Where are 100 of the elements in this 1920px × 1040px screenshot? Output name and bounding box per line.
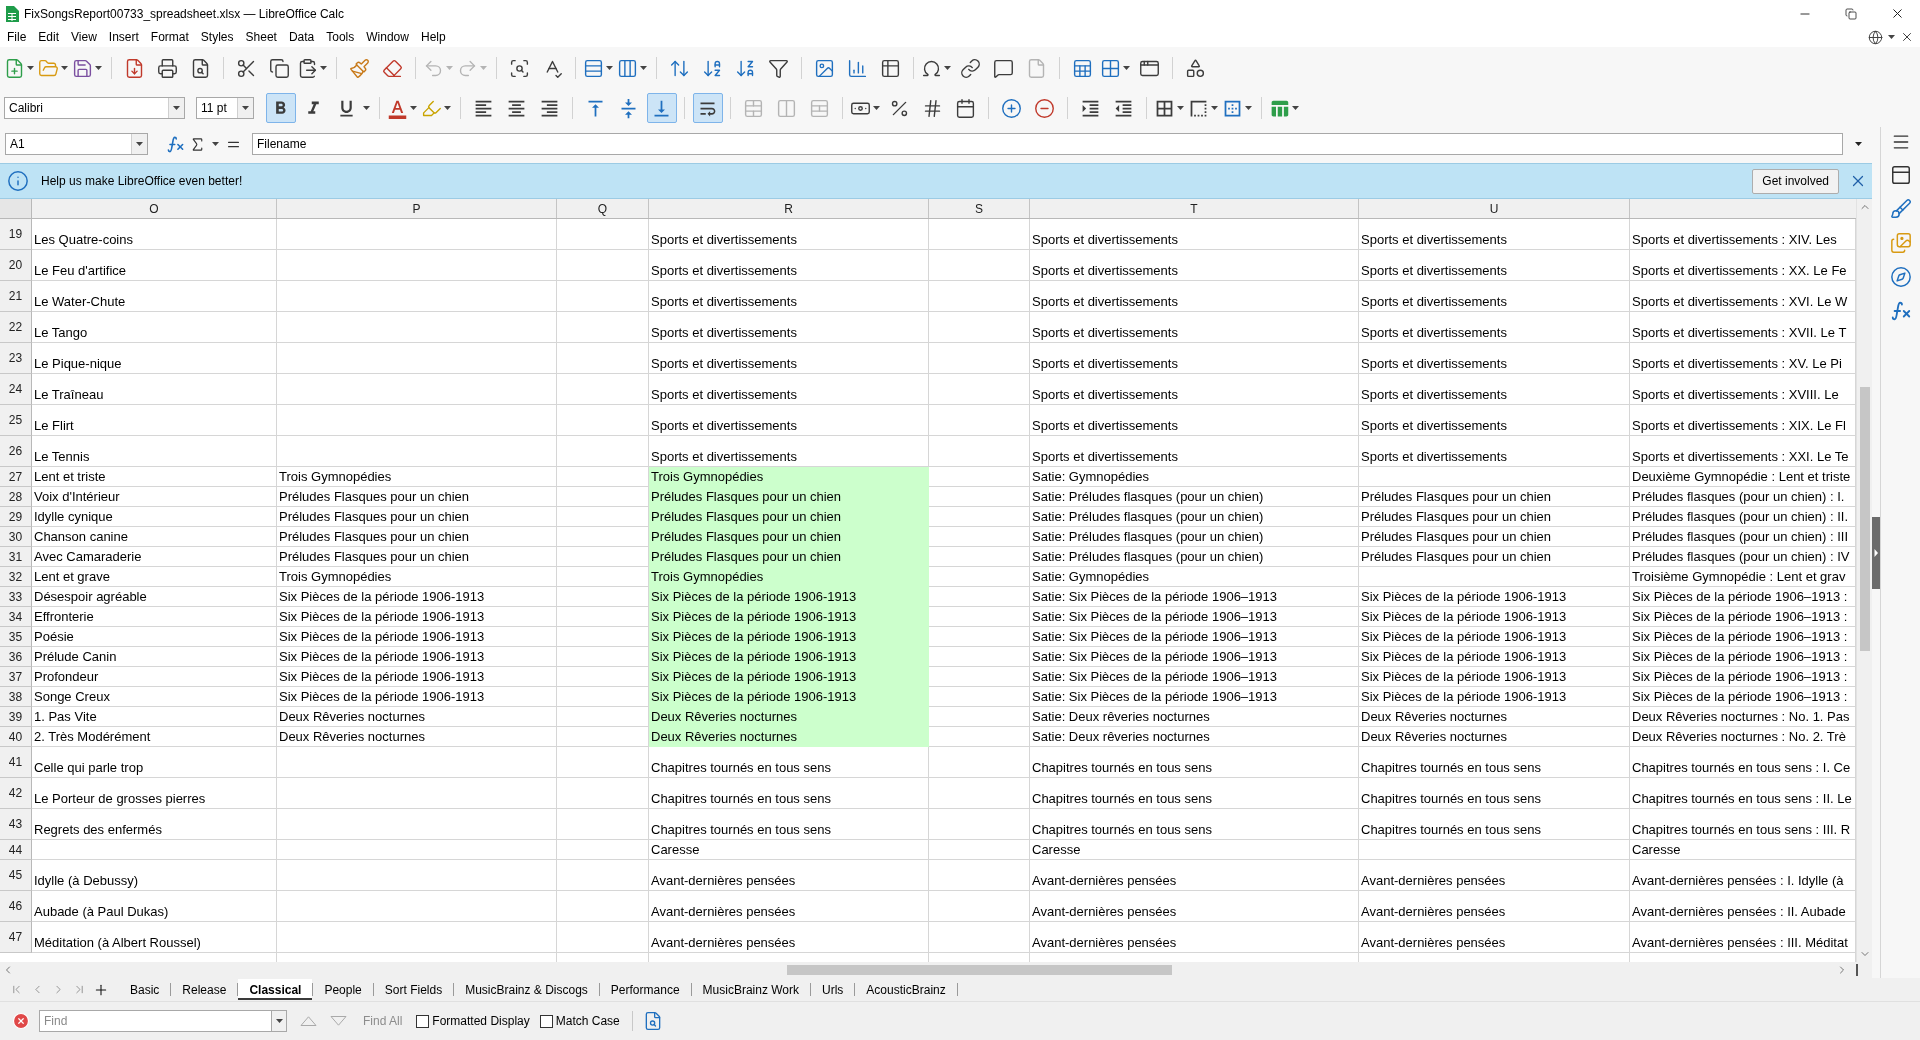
sheet-tab[interactable]: Performance: [599, 979, 691, 1000]
row-header[interactable]: 39: [0, 707, 32, 727]
function-icon[interactable]: [1889, 300, 1912, 322]
function-icon[interactable]: [166, 134, 185, 154]
row-header[interactable]: 37: [0, 667, 32, 687]
menu-item[interactable]: Help: [414, 27, 452, 47]
filter-icon[interactable]: [768, 57, 789, 79]
name-box[interactable]: A1: [5, 133, 148, 155]
row-header[interactable]: 23: [0, 343, 32, 374]
sheet-tab[interactable]: Sort Fields: [373, 979, 454, 1000]
caret-icon[interactable]: [1177, 106, 1184, 110]
caret-icon[interactable]: [320, 66, 327, 70]
grid-icon[interactable]: [1100, 57, 1121, 79]
row-header[interactable]: 30: [0, 527, 32, 547]
menu-item[interactable]: Insert: [102, 27, 145, 47]
clipboard-icon[interactable]: [297, 57, 318, 79]
row-header[interactable]: 36: [0, 647, 32, 667]
column-header[interactable]: Q: [557, 199, 649, 218]
table-icon[interactable]: [880, 57, 901, 79]
column-header[interactable]: O: [32, 199, 277, 218]
scrollbar-thumb[interactable]: [787, 965, 1172, 975]
row-header[interactable]: 45: [0, 860, 32, 891]
eraser-icon[interactable]: [382, 57, 403, 79]
get-involved-button[interactable]: Get involved: [1752, 168, 1839, 194]
plus-circle-icon[interactable]: [1001, 97, 1022, 119]
caret-icon[interactable]: [444, 106, 451, 110]
row-header[interactable]: 21: [0, 281, 32, 312]
sheet-tab[interactable]: AcousticBrainz: [855, 979, 957, 1000]
close-icon[interactable]: [1900, 30, 1914, 44]
row-header[interactable]: 42: [0, 778, 32, 809]
caret-icon[interactable]: [95, 66, 102, 70]
menu-item[interactable]: View: [65, 27, 103, 47]
compass-icon[interactable]: [1889, 266, 1912, 288]
checkbox-label[interactable]: Match Case: [555, 1014, 620, 1028]
row-header[interactable]: 33: [0, 587, 32, 607]
split-handle[interactable]: [1856, 964, 1858, 976]
link-icon[interactable]: [960, 57, 981, 79]
row-header[interactable]: 19: [0, 219, 32, 250]
row-header[interactable]: 34: [0, 607, 32, 627]
column-header[interactable]: R: [649, 199, 929, 218]
checkbox[interactable]: [416, 1014, 430, 1028]
caret-icon[interactable]: [1245, 106, 1252, 110]
menu-item[interactable]: Data: [282, 27, 321, 47]
menu-item[interactable]: Edit: [32, 27, 66, 47]
row-header[interactable]: 47: [0, 922, 32, 953]
caret-icon[interactable]: [873, 106, 880, 110]
scrollbar-thumb[interactable]: [1859, 387, 1870, 651]
row-header[interactable]: 24: [0, 374, 32, 405]
horizontal-scrollbar[interactable]: [0, 962, 1872, 978]
caret-icon[interactable]: [242, 106, 249, 110]
panel-icon[interactable]: [1889, 164, 1912, 186]
caret-icon[interactable]: [944, 66, 951, 70]
row-header[interactable]: 28: [0, 487, 32, 507]
menu-item[interactable]: Sheet: [239, 27, 283, 47]
search-icon[interactable]: [509, 57, 530, 79]
menu-item[interactable]: Tools: [320, 27, 361, 47]
vertical-scrollbar[interactable]: [1856, 199, 1872, 962]
save-icon[interactable]: [72, 57, 93, 79]
menu-item[interactable]: Format: [144, 27, 195, 47]
column-header[interactable]: U: [1359, 199, 1630, 218]
dropdown-button[interactable]: [271, 1010, 287, 1032]
caret-icon[interactable]: [1855, 142, 1862, 146]
sheet-tab[interactable]: People: [313, 979, 373, 1000]
sheet-tab[interactable]: Classical: [238, 979, 313, 1000]
caret-icon[interactable]: [1211, 106, 1218, 110]
row-header[interactable]: 22: [0, 312, 32, 343]
row-header[interactable]: 25: [0, 405, 32, 436]
caret-icon[interactable]: [136, 142, 143, 146]
caret-icon[interactable]: [275, 1019, 283, 1023]
row-header[interactable]: 29: [0, 507, 32, 527]
image-icon[interactable]: [814, 57, 835, 79]
caret-icon[interactable]: [410, 106, 417, 110]
column-header[interactable]: S: [929, 199, 1030, 218]
caret-icon[interactable]: [363, 106, 370, 110]
caret-icon[interactable]: [606, 66, 613, 70]
calendar-icon[interactable]: [955, 97, 976, 119]
globe-icon[interactable]: [1868, 29, 1883, 45]
row-header[interactable]: 40: [0, 727, 32, 747]
column-header[interactable]: T: [1030, 199, 1359, 218]
row-header[interactable]: 46: [0, 891, 32, 922]
caret-icon[interactable]: [1123, 66, 1130, 70]
row-header[interactable]: 32: [0, 567, 32, 587]
rows-icon[interactable]: [583, 57, 604, 79]
copy-icon[interactable]: [269, 57, 290, 79]
scissors-icon[interactable]: [236, 57, 257, 79]
caret-icon[interactable]: [27, 66, 34, 70]
minus-circle-icon[interactable]: [1034, 97, 1055, 119]
row-header[interactable]: 26: [0, 436, 32, 467]
row-header[interactable]: 35: [0, 627, 32, 647]
sheet-icon[interactable]: [1072, 57, 1093, 79]
columns-icon[interactable]: [617, 57, 638, 79]
paintbrush-icon[interactable]: [349, 57, 370, 79]
row-header[interactable]: 43: [0, 809, 32, 840]
row-header[interactable]: 31: [0, 547, 32, 567]
sheet-tab[interactable]: Basic: [119, 979, 171, 1000]
caret-icon[interactable]: [640, 66, 647, 70]
hash-icon[interactable]: [922, 97, 943, 119]
file-search-icon[interactable]: [190, 57, 211, 79]
column-header[interactable]: P: [277, 199, 557, 218]
caret-icon[interactable]: [1888, 35, 1895, 39]
